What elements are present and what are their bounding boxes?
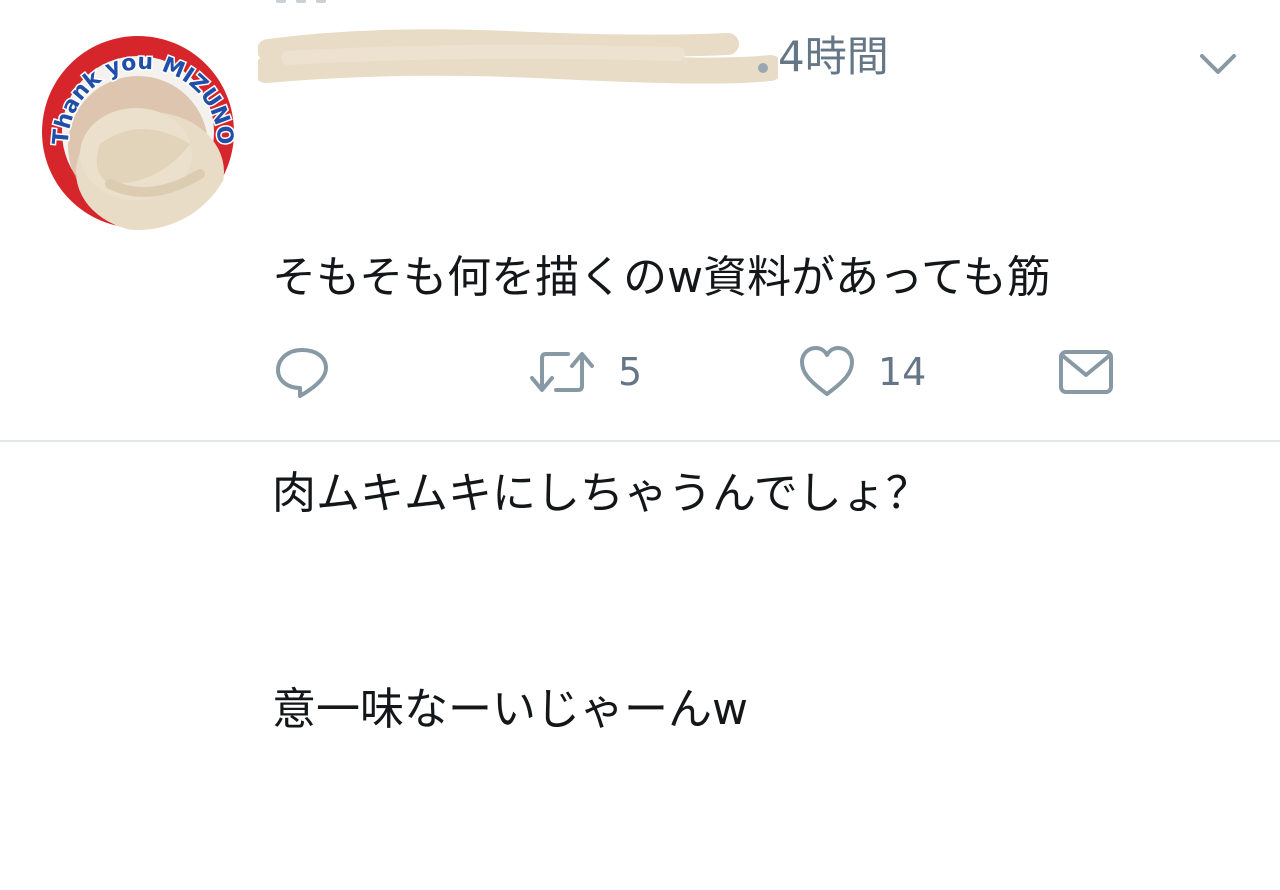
divider — [0, 440, 1280, 442]
tweet-card[interactable]: Thank you MIZUNO 4時間 そもそも何を描くのw資料があっても筋 … — [0, 0, 1280, 735]
retweet-button[interactable]: 5 — [528, 340, 642, 404]
avatar[interactable]: Thank you MIZUNO — [40, 34, 236, 230]
tweet-text-line: 肉ムキムキにしちゃうんでしょ？ — [272, 468, 930, 519]
like-button[interactable]: 14 — [798, 340, 926, 404]
reply-icon — [276, 348, 328, 398]
chevron-down-icon[interactable] — [1196, 46, 1240, 82]
direct-message-button[interactable] — [1058, 340, 1114, 404]
redacted-username — [258, 29, 778, 84]
tweet-text-line: そもそも何を描くのw資料があっても筋 — [272, 252, 1051, 303]
reply-button[interactable] — [274, 340, 330, 404]
tweet-timestamp[interactable]: 4時間 — [778, 36, 889, 78]
tweet-actions: 5 14 — [0, 340, 1280, 404]
heart-icon — [800, 346, 854, 396]
previous-tweet-remnant — [276, 0, 396, 4]
tweet-text-line: 意一味なーいじゃーんw — [272, 684, 748, 735]
retweet-count: 5 — [618, 350, 643, 394]
envelope-icon — [1059, 350, 1113, 394]
avatar-image: Thank you MIZUNO — [40, 34, 236, 230]
tweet-text: そもそも何を描くのw資料があっても筋 肉ムキムキにしちゃうんでしょ？ 意一味なー… — [272, 98, 1232, 890]
like-count: 14 — [878, 350, 927, 394]
tweet-header: 4時間 — [258, 28, 958, 98]
retweet-icon — [530, 352, 594, 392]
